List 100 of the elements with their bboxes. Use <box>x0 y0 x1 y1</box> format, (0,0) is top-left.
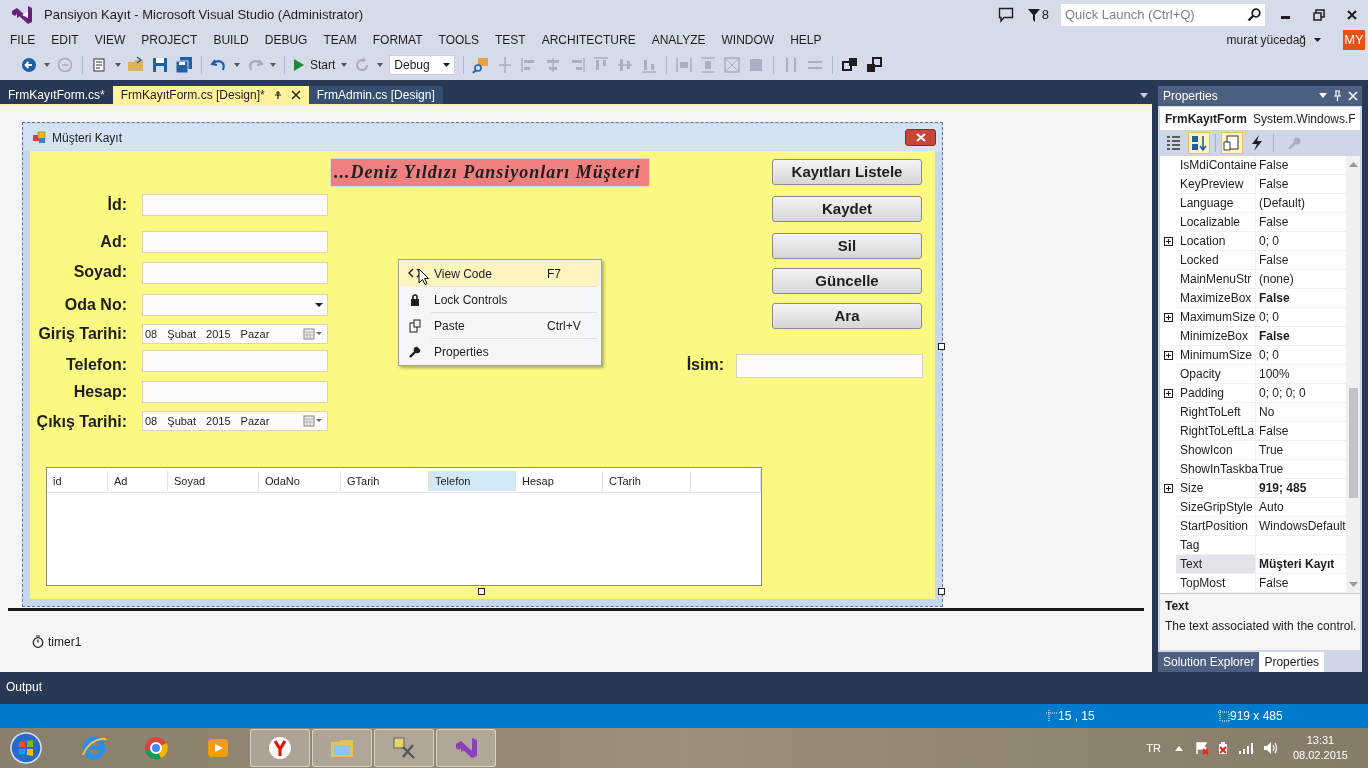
language-indicator[interactable]: TR <box>1146 739 1161 757</box>
save-icon[interactable] <box>151 56 169 74</box>
resize-handle[interactable] <box>478 588 485 595</box>
expand-icon[interactable] <box>1163 351 1173 361</box>
property-name[interactable]: Size <box>1176 479 1256 499</box>
feedback-icon[interactable] <box>997 7 1014 23</box>
object-selector[interactable]: FrmKayıtForm System.Windows.F <box>1160 106 1360 131</box>
menu-item[interactable]: VIEW <box>94 30 126 50</box>
menu-item[interactable]: ARCHITECTURE <box>541 30 636 50</box>
find-icon[interactable] <box>472 56 491 74</box>
property-name[interactable]: TopMost <box>1176 574 1256 594</box>
battery-icon[interactable] <box>1216 741 1229 755</box>
resize-handle[interactable] <box>938 343 945 350</box>
pin-icon[interactable] <box>272 90 283 100</box>
start-button[interactable] <box>10 732 42 764</box>
caret-icon[interactable] <box>1319 93 1327 99</box>
quick-launch-field[interactable]: Quick Launch (Ctrl+Q) <box>1061 4 1265 26</box>
caret-icon[interactable] <box>377 63 384 67</box>
scroll-down-icon[interactable] <box>1348 582 1358 588</box>
menu-item[interactable]: DEBUG <box>264 30 308 50</box>
menu-item[interactable]: Properties <box>400 339 600 364</box>
expand-icon[interactable] <box>1163 389 1173 399</box>
back-icon[interactable] <box>20 56 38 74</box>
menu-item[interactable]: TEST <box>495 30 526 50</box>
tray-expand-icon[interactable] <box>1174 745 1183 751</box>
configuration-dropdown[interactable]: Debug <box>389 55 456 75</box>
view-toggle-button[interactable] <box>1221 132 1243 155</box>
document-tab[interactable]: FrmKayıtForm.cs [Design]* <box>112 86 309 104</box>
close-icon[interactable] <box>1345 9 1358 21</box>
resize-handle[interactable] <box>938 588 945 595</box>
form-button[interactable]: Güncelle <box>772 268 922 294</box>
menu-item[interactable]: TOOLS <box>438 30 479 50</box>
expand-icon[interactable] <box>1163 484 1173 494</box>
tab-list-caret-icon[interactable] <box>1140 93 1148 98</box>
menu-item[interactable]: PROJECT <box>141 30 198 50</box>
send-back-icon[interactable] <box>865 56 884 74</box>
text-field[interactable] <box>142 194 328 216</box>
property-name[interactable]: MaximizeBox <box>1176 289 1256 309</box>
property-name[interactable]: Location <box>1176 232 1256 252</box>
property-name[interactable]: Padding <box>1176 384 1256 404</box>
scroll-up-icon[interactable] <box>1348 162 1358 168</box>
open-folder-icon[interactable] <box>127 56 145 74</box>
taskbar-button[interactable] <box>374 729 434 767</box>
menu-item[interactable]: WINDOW <box>721 30 775 50</box>
notifications-button[interactable]: 8 <box>1027 5 1049 25</box>
property-name[interactable]: IsMdiContaine <box>1176 156 1256 176</box>
date-picker[interactable]: 08 Şubat 2015 Pazar <box>142 324 328 344</box>
property-name[interactable]: SizeGripStyle <box>1176 498 1256 518</box>
column-header[interactable]: Telefon <box>429 471 516 491</box>
property-name[interactable]: Text <box>1176 555 1256 575</box>
property-name[interactable]: RightToLeftLa <box>1176 422 1256 442</box>
text-field[interactable] <box>142 262 328 284</box>
start-button[interactable]: Start <box>293 56 336 74</box>
property-name[interactable]: StartPosition <box>1176 517 1256 537</box>
panel-tab[interactable]: Solution Explorer <box>1158 652 1260 672</box>
form-button[interactable]: Ara <box>772 303 922 329</box>
component-label[interactable]: timer1 <box>48 632 82 651</box>
expand-icon[interactable] <box>1163 237 1173 247</box>
caret-icon[interactable] <box>115 63 121 67</box>
menu-item[interactable]: HELP <box>790 30 822 50</box>
caret-icon[interactable] <box>234 63 240 67</box>
property-name[interactable]: MinimizeBox <box>1176 327 1256 347</box>
property-name[interactable]: KeyPreview <box>1176 175 1256 195</box>
signal-icon[interactable] <box>1238 742 1255 754</box>
menu-item[interactable]: EDIT <box>51 30 79 50</box>
caret-icon[interactable] <box>341 63 348 67</box>
view-toggle-button[interactable] <box>1188 132 1210 155</box>
menu-item[interactable]: ANALYZE <box>651 30 706 50</box>
text-field[interactable] <box>142 350 328 372</box>
property-name[interactable]: Tag <box>1176 536 1256 556</box>
menu-item[interactable]: Lock Controls <box>400 287 600 312</box>
search-field[interactable] <box>736 354 923 378</box>
pin-icon[interactable] <box>1333 90 1342 102</box>
close-icon[interactable] <box>290 90 301 100</box>
property-name[interactable]: ShowInTaskba <box>1176 460 1256 480</box>
caret-icon[interactable] <box>44 63 50 67</box>
taskbar-button[interactable] <box>436 729 496 767</box>
text-field[interactable] <box>142 231 328 253</box>
property-name[interactable]: MinimumSize <box>1176 346 1256 366</box>
output-tab[interactable]: Output <box>6 677 43 697</box>
form-button[interactable]: Sil <box>772 233 922 259</box>
clock-date[interactable]: 08.02.2015 <box>1292 748 1348 763</box>
menu-item[interactable]: TEAM <box>323 30 357 50</box>
panel-tab[interactable]: Properties <box>1259 652 1325 672</box>
menu-item[interactable]: BUILD <box>213 30 249 50</box>
user-menu[interactable]: murat yücedağ <box>1226 31 1321 49</box>
property-name[interactable]: Localizable <box>1176 213 1256 233</box>
text-field[interactable] <box>142 381 328 403</box>
save-all-icon[interactable] <box>175 56 193 74</box>
property-name[interactable]: Language <box>1176 194 1256 214</box>
date-picker[interactable]: 08 Şubat 2015 Pazar <box>142 411 328 431</box>
property-name[interactable]: Locked <box>1176 251 1256 271</box>
clock-time[interactable]: 13:31 <box>1306 733 1335 748</box>
property-name[interactable]: RightToLeft <box>1176 403 1256 423</box>
menu-item[interactable]: FORMAT <box>372 30 423 50</box>
scrollbar-thumb[interactable] <box>1348 388 1358 499</box>
property-name[interactable]: Opacity <box>1176 365 1256 385</box>
menu-item[interactable]: FILE <box>10 30 36 50</box>
taskbar-button[interactable] <box>250 729 310 767</box>
property-name[interactable]: ShowIcon <box>1176 441 1256 461</box>
